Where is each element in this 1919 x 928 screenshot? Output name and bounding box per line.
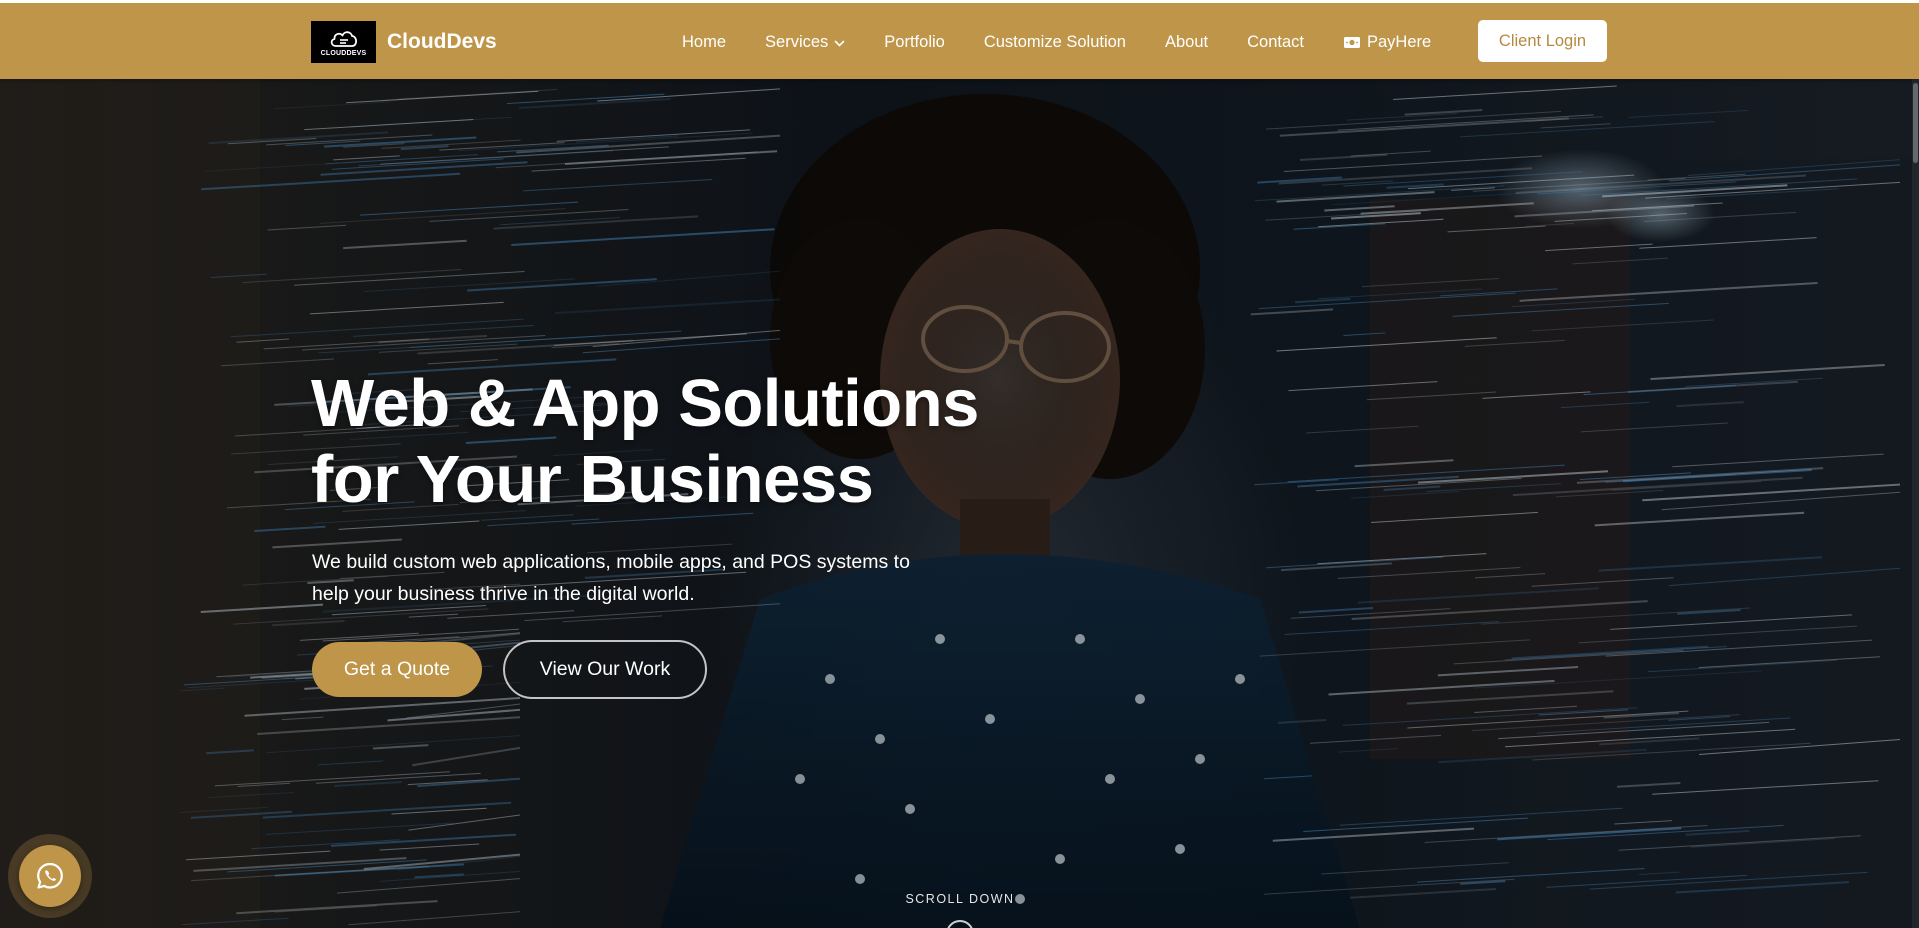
view-work-button[interactable]: View Our Work xyxy=(503,640,707,699)
hero-title-line-2: for Your Business xyxy=(311,442,874,517)
nav-customize-solution[interactable]: Customize Solution xyxy=(984,33,1126,52)
hero-title-line-1: Web & App Solutions xyxy=(311,366,979,441)
hero-section: Web & App Solutions for Your Business We… xyxy=(0,79,1919,928)
nav-payhere-label: PayHere xyxy=(1366,32,1432,51)
nav-contact-label: Contact xyxy=(1247,32,1304,51)
nav-home-label: Home xyxy=(682,32,727,51)
nav-services-label: Services xyxy=(765,32,829,51)
get-quote-button[interactable]: Get a Quote xyxy=(312,642,482,697)
nav-customize-solution-label: Customize Solution xyxy=(983,32,1126,51)
nav-home[interactable]: Home xyxy=(682,33,726,52)
cloud-icon xyxy=(330,31,357,47)
nav-payhere[interactable]: PayHere xyxy=(1343,33,1431,52)
main-nav: Home Services Portfolio Customize Soluti… xyxy=(682,21,1470,63)
navbar: CLOUDDEVS CloudDevs Home Services Portfo… xyxy=(0,0,1919,79)
hero-subtitle-line-2: help your business thrive in the digital… xyxy=(312,583,695,605)
page: CLOUDDEVS CloudDevs Home Services Portfo… xyxy=(0,0,1919,928)
brand-name[interactable]: CloudDevs xyxy=(387,30,497,54)
whatsapp-icon xyxy=(37,862,63,889)
client-login-button[interactable]: Client Login xyxy=(1478,20,1607,62)
nav-portfolio[interactable]: Portfolio xyxy=(884,33,945,52)
hero-subtitle-line-1: We build custom web applications, mobile… xyxy=(312,551,910,573)
scroll-down-label: SCROLL DOWN xyxy=(905,892,1015,906)
hero-subtitle: We build custom web applications, mobile… xyxy=(312,546,1012,610)
nav-portfolio-label: Portfolio xyxy=(884,32,945,51)
logo-wordmark: CLOUDDEVS xyxy=(320,50,367,57)
scrollbar-thumb[interactable] xyxy=(1913,83,1918,163)
nav-services[interactable]: Services xyxy=(765,33,845,52)
hero-title: Web & App Solutions for Your Business xyxy=(311,366,1071,518)
nav-about-label: About xyxy=(1164,32,1209,51)
nav-about[interactable]: About xyxy=(1165,33,1208,52)
brand-logo[interactable]: CLOUDDEVS xyxy=(311,21,376,63)
nav-contact[interactable]: Contact xyxy=(1247,33,1304,52)
brand[interactable]: CLOUDDEVS CloudDevs xyxy=(311,21,497,63)
page-scrollbar[interactable] xyxy=(1912,79,1919,928)
chevron-down-icon xyxy=(834,39,845,47)
money-icon xyxy=(1343,36,1360,48)
whatsapp-button[interactable] xyxy=(19,845,81,907)
